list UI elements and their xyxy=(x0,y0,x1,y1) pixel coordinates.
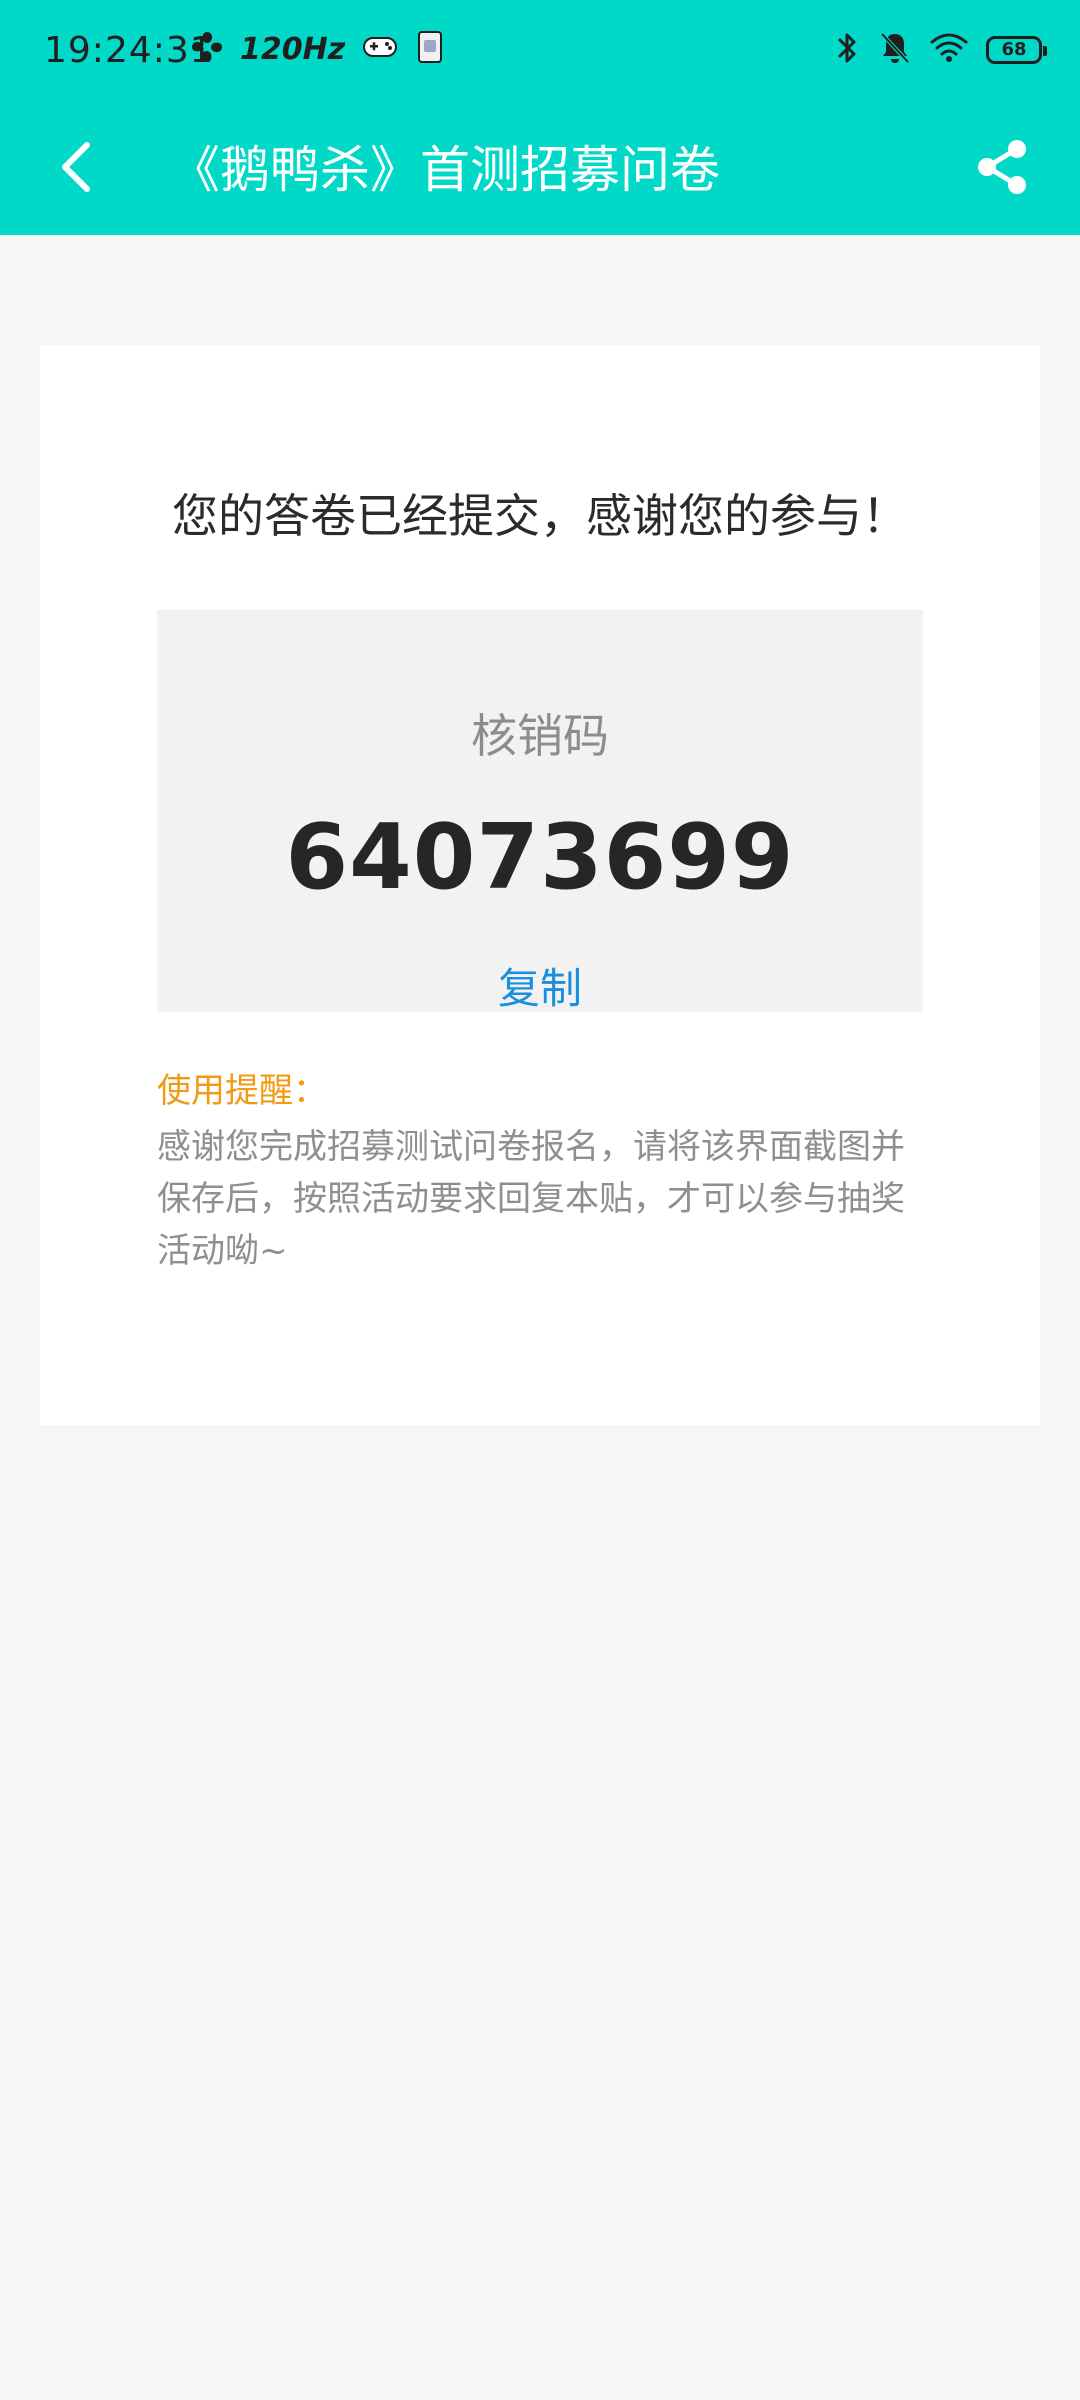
copy-code-button[interactable]: 复制 xyxy=(157,955,923,1016)
app-bar: 《鹅鸭杀》首测招募问卷 xyxy=(0,105,1080,235)
status-bar: 19:24:31 120Hz 68 xyxy=(0,0,1080,105)
status-right-icons: 68 xyxy=(836,30,1047,70)
status-left-icons: 120Hz xyxy=(190,30,445,68)
sim-card-icon xyxy=(415,30,445,68)
usage-tip-title: 使用提醒： xyxy=(157,1071,327,1111)
back-button[interactable] xyxy=(46,133,106,205)
bluetooth-icon xyxy=(836,30,860,70)
share-button[interactable] xyxy=(968,133,1038,205)
gamepad-icon xyxy=(361,32,399,66)
back-arrow-icon xyxy=(59,141,93,197)
status-time: 19:24:31 xyxy=(44,30,214,71)
verification-code-value: 64073699 xyxy=(285,805,795,910)
verification-code-label: 核销码 xyxy=(471,709,609,763)
wifi-icon xyxy=(930,32,968,68)
usage-tip-body: 感谢您完成招募测试问卷报名，请将该界面截图并保存后，按照活动要求回复本贴，才可以… xyxy=(157,1127,905,1271)
fan-icon xyxy=(190,30,224,68)
battery-level: 68 xyxy=(1001,39,1027,60)
battery-icon: 68 xyxy=(986,36,1047,64)
submission-result-card: 您的答卷已经提交，感谢您的参与！ 核销码 64073699 复制 使用提醒： 感… xyxy=(40,345,1040,1425)
page-title: 《鹅鸭杀》首测招募问卷 xyxy=(170,141,720,199)
refresh-rate-text: 120Hz xyxy=(240,31,346,67)
bell-off-icon xyxy=(878,30,912,70)
success-message: 您的答卷已经提交，感谢您的参与！ xyxy=(172,489,908,543)
top-header-area: 19:24:31 120Hz 68 《鹅鸭杀》首测招募问卷 xyxy=(0,0,1080,235)
verification-code-box: 核销码 64073699 复制 xyxy=(157,610,923,1013)
share-icon xyxy=(975,139,1031,199)
